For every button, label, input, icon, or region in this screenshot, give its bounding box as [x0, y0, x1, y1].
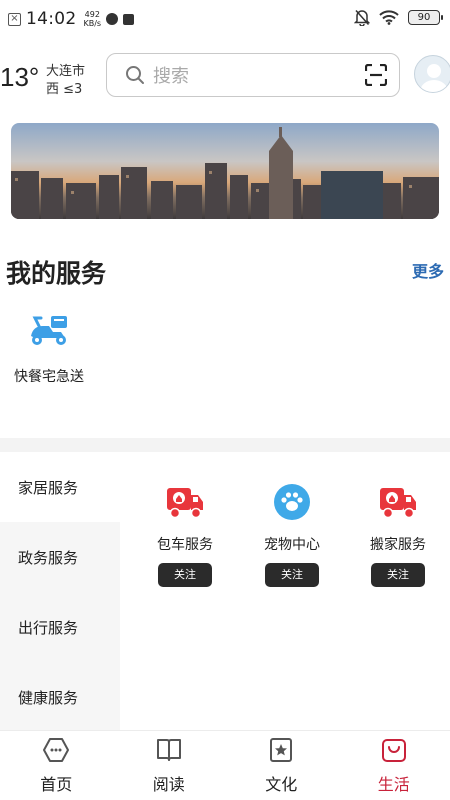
scooter-icon [31, 316, 67, 345]
network-speed-value: 492 [84, 10, 100, 19]
category-item-home[interactable]: 家居服务 [0, 452, 120, 522]
battery-indicator: 90 [408, 10, 443, 25]
book-icon [156, 739, 181, 761]
status-bar: × 14:02 492 KB/s 90 [0, 0, 450, 38]
truck-icon [167, 488, 203, 519]
follow-button[interactable]: 关注 [265, 563, 319, 587]
home-icon [43, 738, 70, 762]
category-label: 健康服务 [18, 688, 79, 707]
service-card-pet-center[interactable]: 宠物中心 关注 [242, 484, 342, 587]
category-label: 出行服务 [18, 618, 79, 637]
section-divider [0, 438, 450, 452]
nav-label: 阅读 [152, 775, 185, 794]
temperature: 13° [0, 62, 40, 92]
service-cards: 包车服务 关注 宠物中心 关注 搬家服务 关注 [120, 452, 450, 730]
bottom-nav: 首页 阅读 文化 生活 [0, 730, 450, 800]
user-avatar-icon [420, 64, 448, 92]
nav-label: 首页 [40, 775, 73, 794]
app-notification-icon-2 [123, 13, 135, 25]
status-time: 14:02 [26, 9, 77, 29]
nav-item-home[interactable]: 首页 [0, 731, 113, 800]
more-link[interactable]: 更多 [412, 258, 444, 282]
nav-item-life[interactable]: 生活 [338, 731, 450, 800]
weather-widget[interactable]: 13° 大连市 西 ≤3 [0, 60, 100, 97]
search-input[interactable]: 搜索 [106, 53, 400, 97]
city-skyline-image [11, 127, 439, 219]
category-item-health[interactable]: 健康服务 [0, 662, 120, 732]
category-label: 家居服务 [18, 478, 79, 497]
nav-item-read[interactable]: 阅读 [113, 731, 226, 800]
network-speed: 492 KB/s [84, 10, 102, 28]
category-list: 家居服务 政务服务 出行服务 健康服务 [0, 452, 120, 730]
category-item-travel[interactable]: 出行服务 [0, 592, 120, 662]
category-item-government[interactable]: 政务服务 [0, 522, 120, 592]
service-item-fastfood-delivery[interactable]: 快餐宅急送 [8, 312, 90, 386]
my-services-title: 我的服务 [6, 259, 107, 288]
category-label: 政务服务 [18, 548, 79, 567]
scan-icon[interactable] [365, 64, 387, 86]
nav-item-culture[interactable]: 文化 [225, 731, 338, 800]
mute-bell-icon [354, 10, 370, 26]
bag-icon [381, 739, 406, 762]
app-notification-icon [106, 13, 119, 25]
network-speed-unit: KB/s [83, 19, 102, 28]
paw-icon [274, 484, 310, 520]
service-card-label: 搬家服务 [370, 537, 426, 553]
service-category-panel: 家居服务 政务服务 出行服务 健康服务 包车服务 关注 宠物中心 关注 搬家服务… [0, 452, 450, 730]
service-card-label: 宠物中心 [264, 537, 320, 553]
star-badge-icon [270, 738, 293, 762]
follow-button[interactable]: 关注 [158, 563, 212, 587]
notification-close-icon: × [8, 12, 21, 26]
city-name: 大连市 [46, 64, 86, 79]
banner-image[interactable] [11, 123, 439, 219]
wind-info: 西 ≤3 [46, 82, 83, 97]
avatar[interactable] [414, 55, 450, 93]
service-card-label: 包车服务 [157, 537, 213, 553]
service-item-label: 快餐宅急送 [14, 369, 84, 385]
search-icon [126, 66, 144, 84]
service-card-charter[interactable]: 包车服务 关注 [135, 484, 235, 587]
wifi-icon [379, 10, 399, 25]
search-placeholder: 搜索 [153, 66, 189, 87]
follow-button[interactable]: 关注 [371, 563, 425, 587]
nav-label: 生活 [377, 775, 410, 794]
nav-label: 文化 [265, 775, 298, 794]
service-card-moving[interactable]: 搬家服务 关注 [348, 484, 448, 587]
truck-icon [380, 488, 416, 519]
